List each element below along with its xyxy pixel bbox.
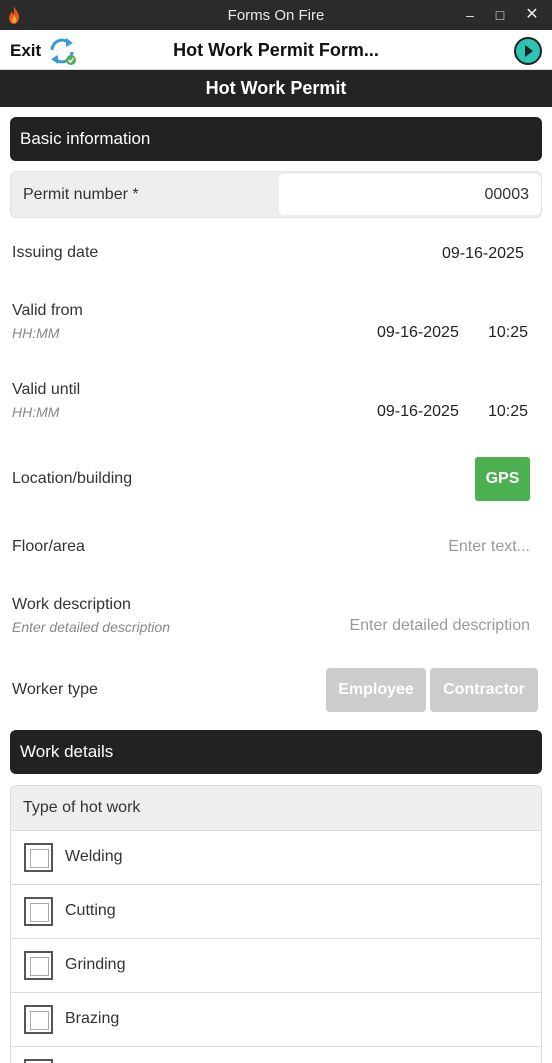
list-item[interactable]: Welding xyxy=(11,830,541,884)
work-description-hint: Enter detailed description xyxy=(12,619,170,635)
checkbox-label: Brazing xyxy=(65,1010,120,1027)
gps-button[interactable]: GPS xyxy=(475,457,530,501)
issuing-date-value[interactable]: 09-16-2025 xyxy=(442,245,524,263)
exit-button[interactable]: Exit xyxy=(10,41,41,61)
section-work-details: Work details xyxy=(10,730,542,774)
work-description-input[interactable]: Enter detailed description xyxy=(349,617,530,635)
permit-number-input[interactable]: 00003 xyxy=(279,174,541,215)
form-title: Hot Work Permit Form... xyxy=(173,40,379,60)
permit-number-field: Permit number * 00003 xyxy=(10,171,542,218)
valid-until-time[interactable]: 10:25 xyxy=(488,403,528,421)
list-item[interactable]: Brazing xyxy=(11,992,541,1046)
maximize-button[interactable]: □ xyxy=(486,4,514,26)
checkbox[interactable] xyxy=(24,843,53,872)
checkbox[interactable] xyxy=(24,1059,53,1063)
list-item[interactable] xyxy=(11,1046,541,1063)
checkbox[interactable] xyxy=(24,951,53,980)
next-arrow-icon[interactable] xyxy=(513,36,543,66)
valid-from-hint: HH:MM xyxy=(12,325,60,341)
valid-from-date[interactable]: 09-16-2025 xyxy=(377,324,459,342)
checkbox-label: Grinding xyxy=(65,956,126,973)
worker-type-label: Worker type xyxy=(12,681,98,698)
hot-work-type-list: Type of hot work Welding Cutting Grindin… xyxy=(10,785,542,1063)
checkbox-label: Cutting xyxy=(65,902,116,919)
employee-button[interactable]: Employee xyxy=(326,668,426,712)
hot-work-type-label: Type of hot work xyxy=(11,786,541,830)
location-label: Location/building xyxy=(12,470,133,487)
floor-area-input[interactable]: Enter text... xyxy=(448,538,530,556)
close-window-button[interactable]: ✕ xyxy=(518,4,546,26)
permit-number-label: Permit number * xyxy=(23,186,139,203)
list-item[interactable]: Grinding xyxy=(11,938,541,992)
work-description-label: Work description xyxy=(12,596,131,613)
valid-until-label: Valid until xyxy=(12,381,81,398)
sync-icon[interactable] xyxy=(46,36,78,66)
valid-from-time[interactable]: 10:25 xyxy=(488,324,528,342)
contractor-button[interactable]: Contractor xyxy=(430,668,538,712)
window-titlebar: Forms On Fire – □ ✕ xyxy=(0,0,552,30)
valid-until-date[interactable]: 09-16-2025 xyxy=(377,403,459,421)
floor-area-label: Floor/area xyxy=(12,538,85,555)
section-basic-information: Basic information xyxy=(10,117,542,161)
minimize-button[interactable]: – xyxy=(456,4,484,26)
checkbox-label: Welding xyxy=(65,848,123,865)
checkbox[interactable] xyxy=(24,897,53,926)
list-item[interactable]: Cutting xyxy=(11,884,541,938)
issuing-date-label: Issuing date xyxy=(12,244,99,261)
checkbox[interactable] xyxy=(24,1005,53,1034)
valid-until-hint: HH:MM xyxy=(12,404,60,420)
page-title: Hot Work Permit xyxy=(0,70,552,107)
form-header: Exit Hot Work Permit Form... xyxy=(0,30,552,70)
valid-from-label: Valid from xyxy=(12,302,83,319)
